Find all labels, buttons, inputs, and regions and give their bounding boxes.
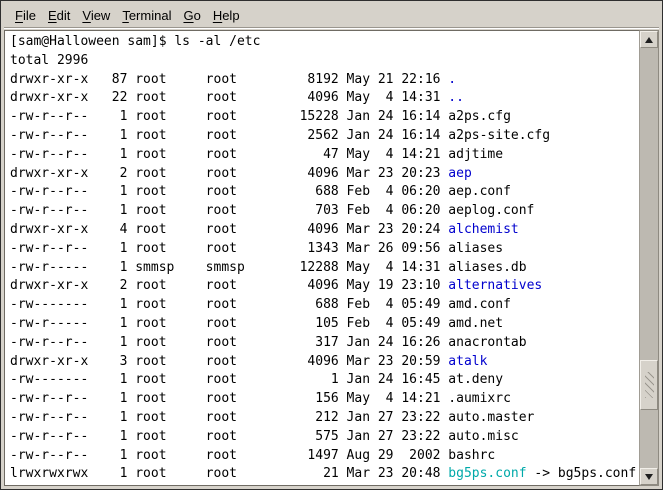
terminal-text: drwxr-xr-x 3 root root 4096 Mar 23 20:59 <box>10 354 448 369</box>
terminal-text: drwxr-xr-x 2 root root 4096 May 19 23:10 <box>10 278 448 293</box>
terminal-line: drwxr-xr-x 2 root root 4096 Mar 23 20:23… <box>10 165 639 184</box>
terminal-line: lrwxrwxrwx 1 root root 21 Mar 23 20:48 b… <box>10 465 639 484</box>
terminal-line: -rw-r--r-- 1 root root 1343 Mar 26 09:56… <box>10 240 639 259</box>
terminal-line: -rw-r--r-- 1 root root 47 May 4 14:21 ad… <box>10 146 639 165</box>
terminal-text: -rw-r--r-- 1 root root 15228 Jan 24 16:1… <box>10 109 511 124</box>
terminal-text: -rw-r--r-- 1 root root 688 Feb 4 06:20 a… <box>10 184 511 199</box>
terminal-text: -rw------- 1 root root 1 Jan 24 16:45 at… <box>10 372 503 387</box>
directory-name: atalk <box>448 354 487 369</box>
terminal-text: drwxr-xr-x 2 root root 4096 Mar 23 20:23 <box>10 166 448 181</box>
directory-name: aep <box>448 166 471 181</box>
terminal-line: -rw-r--r-- 1 root root 575 Jan 27 23:22 … <box>10 428 639 447</box>
directory-name: alternatives <box>448 278 542 293</box>
terminal-line: -rw-r--r-- 1 root root 15228 Jan 24 16:1… <box>10 108 639 127</box>
terminal-text: drwxr-xr-x 4 root root 4096 Mar 23 20:24 <box>10 222 448 237</box>
scroll-down-button[interactable] <box>640 468 658 485</box>
directory-name: .. <box>448 90 464 105</box>
terminal-text: -rw-r--r-- 1 root root 1343 Mar 26 09:56… <box>10 241 503 256</box>
terminal-line: drwxr-xr-x 2 root root 4096 May 19 23:10… <box>10 277 639 296</box>
menu-item-file[interactable]: File <box>9 5 42 26</box>
scrollbar-trough[interactable] <box>640 48 658 468</box>
terminal-line: -rw-r--r-- 1 root root 156 May 4 14:21 .… <box>10 390 639 409</box>
terminal-text: total 2996 <box>10 53 88 68</box>
terminal-text: -rw------- 1 root root 688 Feb 4 05:49 a… <box>10 297 511 312</box>
terminal-text: -rw-r--r-- 1 root root 47 May 4 14:21 ad… <box>10 147 503 162</box>
terminal-text: drwxr-xr-x 87 root root 8192 May 21 22:1… <box>10 72 448 87</box>
terminal-line: -rw-r--r-- 1 root root 703 Feb 4 06:20 a… <box>10 202 639 221</box>
symlink-name: bg5ps.conf <box>448 466 526 481</box>
terminal-text: -rw-r--r-- 1 root root 156 May 4 14:21 .… <box>10 391 511 406</box>
terminal-text: [sam@Halloween sam]$ ls -al /etc <box>10 34 260 49</box>
terminal-line: drwxr-xr-x 3 root root 4096 Mar 23 20:59… <box>10 353 639 372</box>
terminal-output[interactable]: [sam@Halloween sam]$ ls -al /etc total 29… <box>4 30 640 486</box>
menu-item-edit[interactable]: Edit <box>42 5 76 26</box>
scroll-up-button[interactable] <box>640 31 658 48</box>
terminal-content-area: [sam@Halloween sam]$ ls -al /etc total 29… <box>4 30 659 486</box>
terminal-line: -rw-r----- 1 smmsp smmsp 12288 May 4 14:… <box>10 259 639 278</box>
menu-bar: FileEditViewTerminalGoHelp <box>4 4 659 28</box>
menu-item-terminal[interactable]: Terminal <box>116 5 177 26</box>
terminal-text: -rw-r----- 1 root root 105 Feb 4 05:49 a… <box>10 316 503 331</box>
terminal-line: drwxr-xr-x 87 root root 8192 May 21 22:1… <box>10 71 639 90</box>
terminal-line: -rw-r----- 1 root root 105 Feb 4 05:49 a… <box>10 315 639 334</box>
scroll-down-icon <box>645 474 653 480</box>
terminal-line: -rw------- 1 root root 1 Jan 24 16:45 at… <box>10 371 639 390</box>
terminal-line: total 2996 <box>10 52 639 71</box>
terminal-text: -rw-r--r-- 1 root root 317 Jan 24 16:26 … <box>10 335 527 350</box>
terminal-text: -rw-r--r-- 1 root root 2562 Jan 24 16:14… <box>10 128 550 143</box>
terminal-line: -rw------- 1 root root 688 Feb 4 05:49 a… <box>10 296 639 315</box>
terminal-text: -rw-r--r-- 1 root root 1497 Aug 29 2002 … <box>10 448 495 463</box>
terminal-line: [sam@Halloween sam]$ ls -al /etc <box>10 33 639 52</box>
thumb-grip-icon <box>645 372 654 398</box>
directory-name: alchemist <box>448 222 518 237</box>
terminal-text: -> bg5ps.conf <box>527 466 637 481</box>
terminal-text: -rw-r--r-- 1 root root 703 Feb 4 06:20 a… <box>10 203 534 218</box>
terminal-line: -rw-r--r-- 1 root root 212 Jan 27 23:22 … <box>10 409 639 428</box>
terminal-text: lrwxrwxrwx 1 root root 21 Mar 23 20:48 <box>10 466 448 481</box>
terminal-text: -rw-r--r-- 1 root root 575 Jan 27 23:22 … <box>10 429 519 444</box>
menu-item-view[interactable]: View <box>76 5 116 26</box>
terminal-line: -rw-r--r-- 1 root root 1497 Aug 29 2002 … <box>10 447 639 466</box>
terminal-text: drwxr-xr-x 22 root root 4096 May 4 14:31 <box>10 90 448 105</box>
scrollbar-thumb[interactable] <box>640 360 658 410</box>
terminal-line: -rw-r--r-- 1 root root 317 Jan 24 16:26 … <box>10 334 639 353</box>
terminal-text: -rw-r--r-- 1 root root 212 Jan 27 23:22 … <box>10 410 534 425</box>
terminal-line: -rw-r--r-- 1 root root 2562 Jan 24 16:14… <box>10 127 639 146</box>
terminal-line: drwxr-xr-x 4 root root 4096 Mar 23 20:24… <box>10 221 639 240</box>
menu-item-go[interactable]: Go <box>177 5 206 26</box>
terminal-text: -rw-r----- 1 smmsp smmsp 12288 May 4 14:… <box>10 260 527 275</box>
terminal-line: drwxr-xr-x 22 root root 4096 May 4 14:31… <box>10 89 639 108</box>
scroll-up-icon <box>645 37 653 43</box>
terminal-line: -rw-r--r-- 1 root root 688 Feb 4 06:20 a… <box>10 183 639 202</box>
menu-item-help[interactable]: Help <box>207 5 246 26</box>
directory-name: . <box>448 72 456 87</box>
scrollbar[interactable] <box>640 30 659 486</box>
terminal-window: FileEditViewTerminalGoHelp [sam@Hallowee… <box>0 0 663 490</box>
